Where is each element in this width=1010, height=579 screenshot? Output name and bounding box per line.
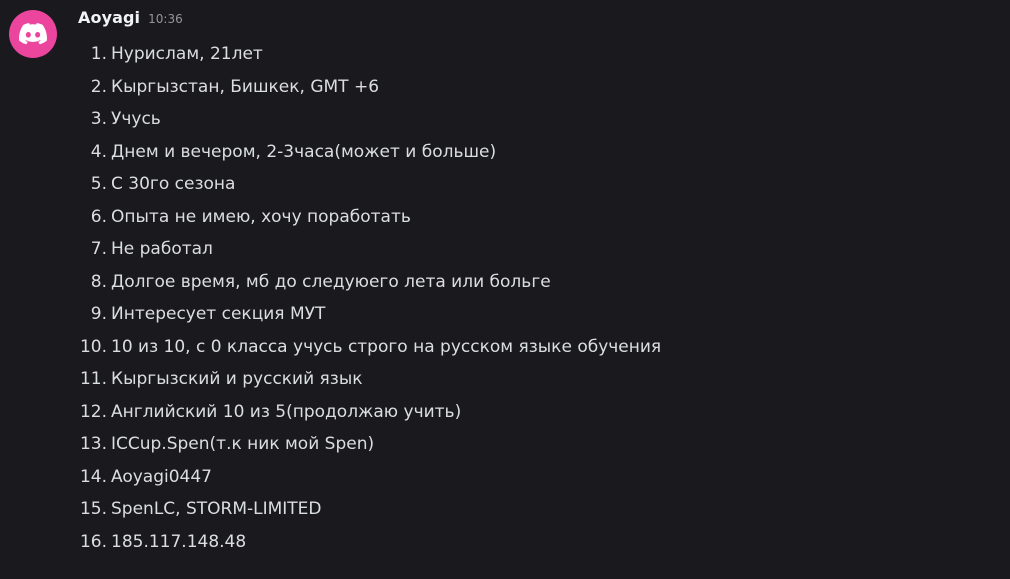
list-item-number: 6. [90,206,107,227]
list-item: 12. Английский 10 из 5(продолжаю учить) [78,396,661,429]
list-item-text: Не работал [111,239,213,260]
list-item-text: Кыргызский и русский язык [111,369,363,390]
chat-message: Aoyagi 10:36 1. Нурислам, 21лет 2. Кыргызс… [0,0,1010,579]
list-item: 11. Кыргызский и русский язык [78,363,661,396]
list-item: 2. Кыргызстан, Бишкек, GMT +6 [78,71,661,104]
list-item-number: 14. [79,466,107,487]
list-item-text: Учусь [111,109,161,130]
list-item-number: 7. [90,239,107,260]
list-item-text: Долгое время, мб до следуюего лета или б… [111,271,551,292]
list-item-text: SpenLC, STORM-LIMITED [111,499,322,520]
list-item-number: 8. [90,271,107,292]
list-item-number: 10. [79,336,107,357]
list-item-number: 5. [90,174,107,195]
list-item-text: Опыта не имею, хочу поработать [111,206,411,227]
list-item: 13. ICCup.Spen(т.к ник мой Spen) [78,428,661,461]
list-item-text: Английский 10 из 5(продолжаю учить) [111,401,462,422]
list-item-text: Нурислам, 21лет [111,44,263,65]
list-item-number: 16. [79,531,107,552]
list-item: 10. 10 из 10, с 0 класса учусь строго на … [78,331,661,364]
list-item-number: 3. [90,109,107,130]
list-item-number: 13. [79,434,107,455]
list-item-number: 11. [79,369,107,390]
list-item-number: 9. [90,304,107,325]
list-item-number: 12. [79,401,107,422]
discord-logo-icon [19,23,47,45]
list-item: 8. Долгое время, мб до следуюего лета или… [78,266,661,299]
list-item-text: 185.117.148.48 [111,531,247,552]
list-item-text: С 30го сезона [111,174,236,195]
list-item: 6. Опыта не имею, хочу поработать [78,201,661,234]
timestamp[interactable]: 10:36 [148,12,183,26]
list-item: 9. Интересует секция МУТ [78,298,661,331]
list-item: 1. Нурислам, 21лет [78,38,661,71]
username[interactable]: Aoyagi [78,8,140,27]
list-item: 15. SpenLC, STORM-LIMITED [78,493,661,526]
list-item-text: ICCup.Spen(т.к ник мой Spen) [111,434,375,455]
list-item-text: 10 из 10, с 0 класса учусь строго на рус… [111,336,662,357]
list-item: 7. Не работал [78,233,661,266]
list-item-text: Кыргызстан, Бишкек, GMT +6 [111,76,380,97]
list-item-number: 2. [90,76,107,97]
list-item-number: 4. [90,141,107,162]
list-item-number: 15. [79,499,107,520]
list-item: 3. Учусь [78,103,661,136]
list-item-text: Aoyagi0447 [111,466,212,487]
list-item-text: Днем и вечером, 2-3часа(может и больше) [111,141,497,162]
list-item: 5. С 30го сезона [78,168,661,201]
list-item: 4. Днем и вечером, 2-3часа(может и больше… [78,136,661,169]
list-item-number: 1. [90,44,107,65]
avatar[interactable] [9,10,57,58]
message-header: Aoyagi 10:36 [78,8,183,27]
list-item-text: Интересует секция МУТ [111,304,326,325]
answer-list: 1. Нурислам, 21лет 2. Кыргызстан, Бишкек, … [78,38,661,558]
list-item: 14. Aoyagi0447 [78,461,661,494]
list-item: 16. 185.117.148.48 [78,526,661,559]
